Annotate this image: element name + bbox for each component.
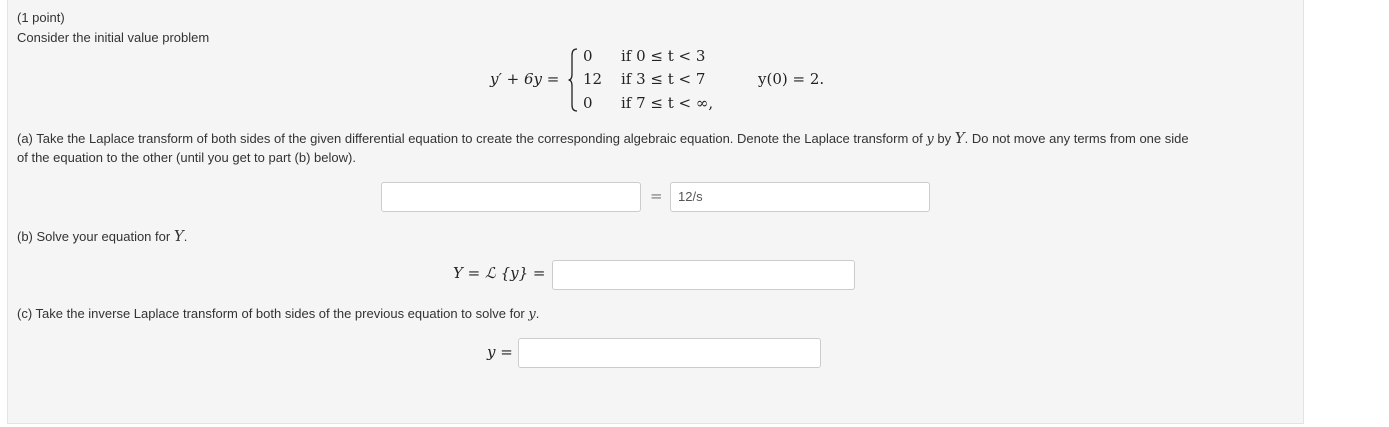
part-b-label: Y = ℒ {y} = bbox=[453, 264, 545, 282]
part-c-text: (c) Take the inverse Laplace transform o… bbox=[17, 304, 539, 325]
case-3-value: 0 bbox=[583, 94, 593, 112]
case-2-condition: if 3 ≤ t < 7 bbox=[621, 70, 706, 88]
part-c-text-1: (c) Take the inverse Laplace transform o… bbox=[17, 306, 529, 321]
part-a-text-1: (a) Take the Laplace transform of both s… bbox=[17, 131, 927, 146]
case-1-condition: if 0 ≤ t < 3 bbox=[621, 47, 706, 65]
part-a-rhs-input[interactable]: 12/s bbox=[670, 182, 930, 212]
part-b-period: . bbox=[183, 229, 188, 244]
part-a-text-line2: of the equation to the other (until you … bbox=[17, 150, 356, 165]
part-a-text-2: by bbox=[933, 131, 955, 146]
part-a-text: (a) Take the Laplace transform of both s… bbox=[17, 128, 1189, 150]
part-a-var-y: y bbox=[926, 132, 934, 147]
part-c-var-y: y bbox=[528, 307, 536, 322]
part-c-label: y = bbox=[487, 343, 513, 361]
case-1-value: 0 bbox=[583, 47, 593, 65]
part-a-equals-sign: = bbox=[650, 187, 663, 205]
part-a-text-3: . Do not move any terms from one side bbox=[964, 131, 1189, 146]
case-3-condition: if 7 ≤ t < ∞, bbox=[621, 94, 714, 112]
ode-lhs-expression: y′ + 6y = bbox=[490, 70, 560, 88]
part-a-var-Y: Y bbox=[954, 129, 965, 147]
part-b-label-expression: Y = ℒ {y} = bbox=[453, 264, 546, 282]
case-2-value: 12 bbox=[583, 70, 603, 88]
part-b-text: (b) Solve your equation for Y. bbox=[17, 226, 187, 247]
part-a-lhs-input[interactable] bbox=[381, 182, 641, 212]
points-label: (1 point) bbox=[17, 10, 65, 25]
part-b-text-1: (b) Solve your equation for bbox=[17, 229, 174, 244]
problem-intro: Consider the initial value problem bbox=[17, 30, 210, 45]
ode-lhs: y′ + 6y = bbox=[490, 70, 559, 88]
part-c-label-expression: y = bbox=[487, 343, 513, 361]
initial-condition: y(0) = 2. bbox=[758, 70, 825, 88]
piecewise-brace bbox=[568, 48, 578, 112]
part-b-answer-input[interactable] bbox=[552, 260, 855, 290]
part-b-var-Y: Y bbox=[173, 227, 184, 245]
part-c-answer-input[interactable] bbox=[518, 338, 821, 368]
part-c-period: . bbox=[535, 306, 540, 321]
